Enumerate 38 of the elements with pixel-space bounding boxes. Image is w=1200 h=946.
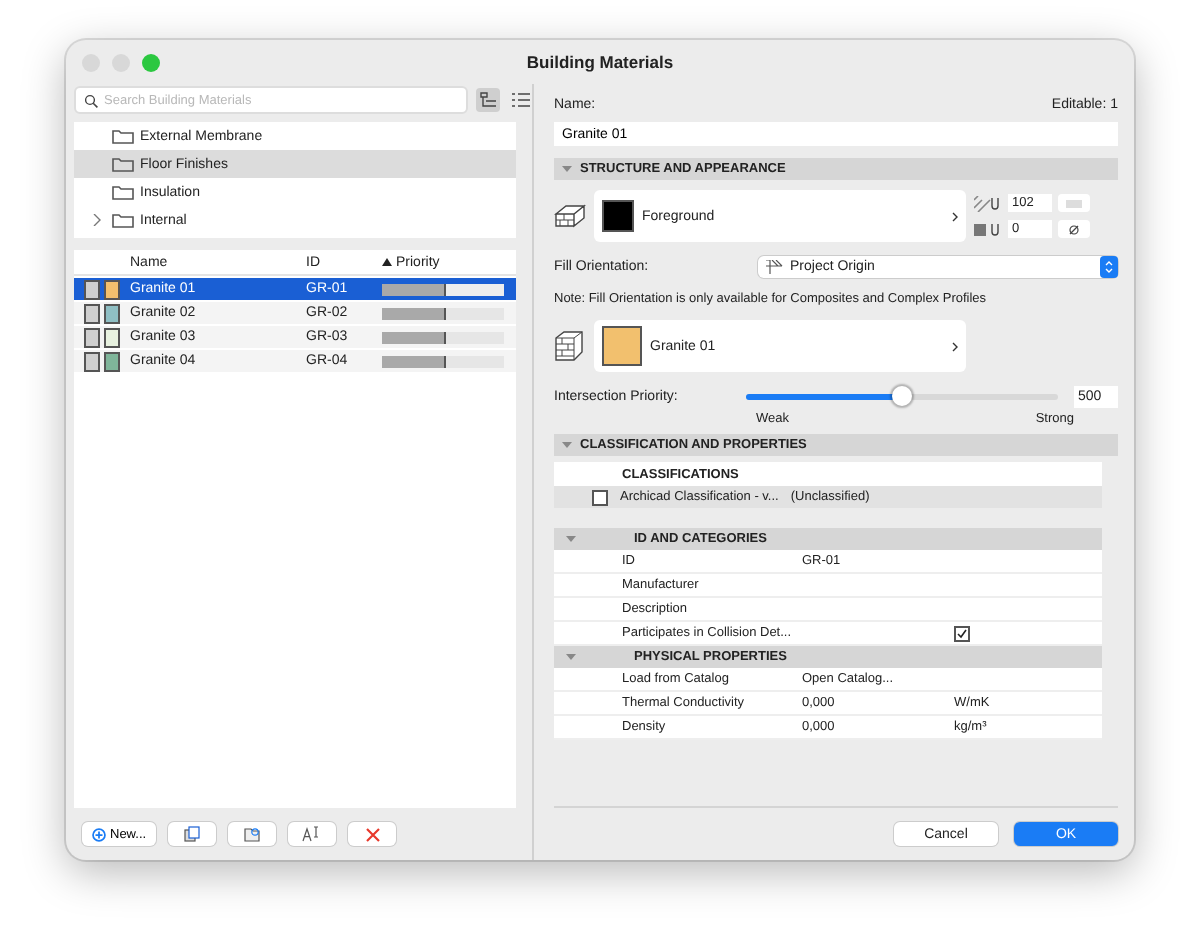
pattern-pen-icon	[974, 195, 1002, 211]
rename-icon	[302, 826, 323, 842]
search-icon	[84, 93, 98, 107]
stepper-arrows-icon	[1104, 259, 1114, 273]
window-title: Building Materials	[524, 52, 676, 72]
checkbox[interactable]	[954, 625, 970, 641]
folder-import-icon	[244, 826, 261, 842]
list-view-button[interactable]	[508, 88, 532, 112]
brick-block-icon	[554, 202, 586, 230]
checkbox[interactable]	[592, 489, 608, 505]
tree-view-button[interactable]	[476, 88, 500, 112]
sort-ascending-icon	[382, 258, 392, 266]
pen-swatch-icon	[1066, 199, 1082, 207]
disclosure-triangle-icon	[566, 652, 576, 662]
disclosure-triangle-icon	[562, 164, 572, 174]
folder-icon	[112, 184, 134, 200]
chevron-right-icon	[952, 211, 958, 221]
slider-thumb[interactable]	[892, 385, 912, 405]
chevron-right-icon[interactable]	[92, 214, 102, 226]
delete-icon	[365, 827, 380, 841]
hatch-origin-icon	[766, 259, 784, 273]
chevron-right-icon	[952, 341, 958, 351]
duplicate-icon	[184, 826, 201, 842]
plus-circle-icon	[92, 827, 106, 841]
checkmark-icon	[956, 627, 968, 639]
disclosure-triangle-icon	[566, 534, 576, 544]
transparent-pen-button[interactable]	[1058, 220, 1090, 238]
delete-button[interactable]	[348, 822, 397, 846]
rename-button[interactable]	[288, 822, 337, 846]
background-pen-icon	[974, 221, 1002, 237]
folder-icon	[112, 128, 134, 144]
duplicate-button[interactable]	[168, 822, 217, 846]
brick-wall-icon	[554, 330, 586, 362]
folder-icon	[112, 156, 134, 172]
pen-color-button[interactable]	[1058, 194, 1090, 212]
import-button[interactable]	[228, 822, 277, 846]
folder-icon	[112, 212, 134, 228]
disclosure-triangle-icon	[562, 440, 572, 450]
